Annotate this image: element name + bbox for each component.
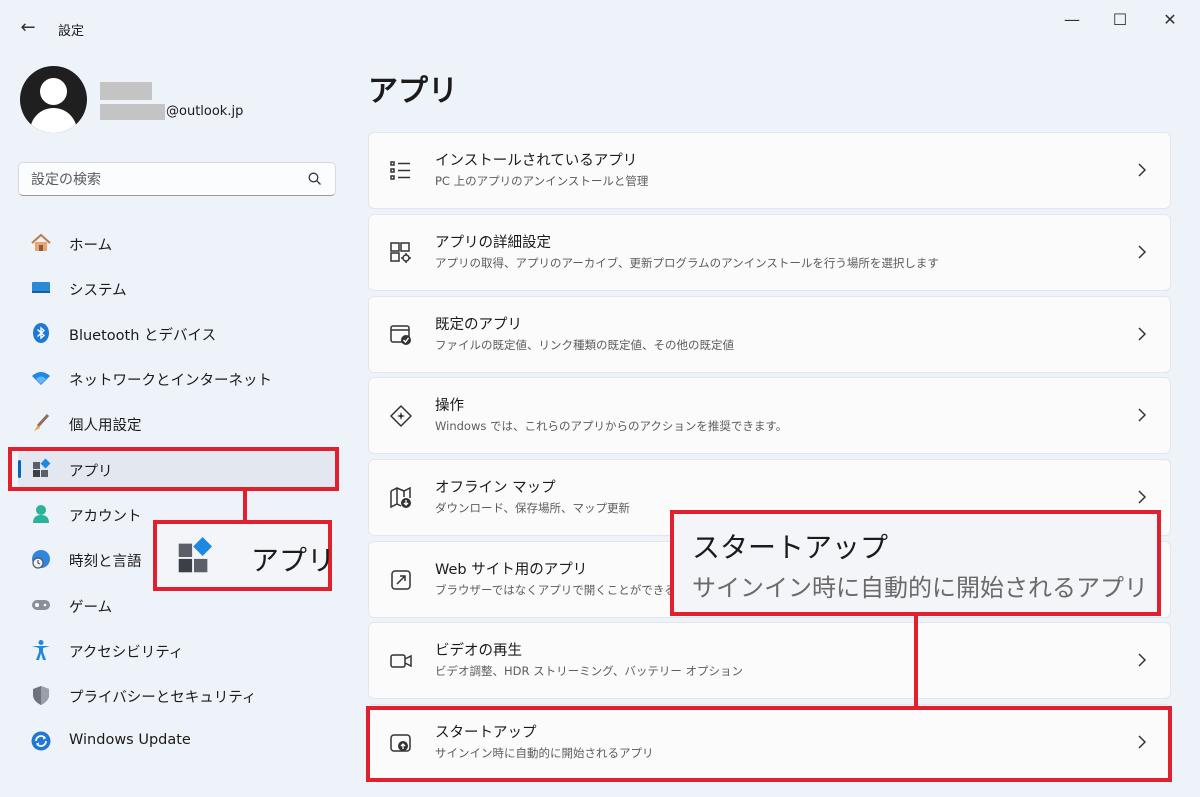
startup-callout-title: スタートアップ [692,531,889,564]
default-apps-icon [390,325,411,345]
sidebar-item-label: アクセシビリティ [69,645,184,661]
page-title: アプリ [368,74,458,109]
home-icon [31,233,51,251]
startup-callout-connector [914,612,918,708]
sidebar-item-label: プライバシーとセキュリティ [69,690,257,706]
title-bar: ← 設定 — ☐ ✕ [0,0,1200,48]
account-email: @outlook.jp [166,104,244,119]
back-button[interactable]: ← [14,14,42,42]
card-subtitle: PC 上のアプリのアンインストールと管理 [435,174,649,188]
sidebar-item-label: ネットワークとインターネット [69,373,272,389]
sidebar-item-label: ゲーム [69,600,113,616]
avatar[interactable] [20,66,87,133]
actions-icon [390,405,412,427]
installed-apps-icon [390,161,410,180]
apps-callout-label: アプリ [251,544,336,577]
sidebar-item-accessibility[interactable]: アクセシビリティ [18,631,336,669]
windows-update-icon [31,731,51,751]
apps-callout-connector [243,491,247,521]
card-installed-apps[interactable]: インストールされているアプリ PC 上のアプリのアンインストールと管理 [368,132,1171,209]
card-title: 既定のアプリ [435,317,522,333]
web-apps-icon [391,570,411,590]
startup-card-highlight [366,706,1172,782]
card-subtitle: ビデオ調整、HDR ストリーミング、バッテリー オプション [435,664,743,678]
card-title: オフライン マップ [435,480,556,496]
redacted-user-name [100,82,152,100]
card-title: インストールされているアプリ [435,153,638,169]
startup-callout: スタートアップ サインイン時に自動的に開始されるアプリ [670,510,1161,616]
card-title: 操作 [435,398,464,414]
video-playback-icon [390,654,412,668]
offline-maps-icon [390,486,411,509]
sidebar-item-home[interactable]: ホーム [18,224,336,262]
gamepad-icon [32,600,50,610]
sidebar-item-label: 時刻と言語 [69,554,142,570]
sidebar-item-label: ホーム [69,238,113,254]
apps-nav-highlight [8,447,339,491]
card-subtitle: ブラウザーではなくアプリで開くことができる we [435,583,675,597]
chevron-right-icon [1138,653,1147,667]
card-title: ビデオの再生 [435,643,522,659]
sidebar-item-system[interactable]: システム [18,269,336,307]
card-video-playback[interactable]: ビデオの再生 ビデオ調整、HDR ストリーミング、バッテリー オプション [368,622,1171,699]
advanced-apps-icon [390,242,411,263]
maximize-button[interactable]: ☐ [1100,8,1140,32]
chevron-right-icon [1138,327,1147,341]
card-title: Web サイト用のアプリ [435,562,588,578]
close-button[interactable]: ✕ [1150,8,1190,32]
search-icon[interactable] [307,171,323,187]
system-icon [32,282,50,293]
card-title: アプリの詳細設定 [435,235,551,251]
sidebar-item-personalization[interactable]: 個人用設定 [18,404,336,442]
card-default-apps[interactable]: 既定のアプリ ファイルの既定値、リンク種類の既定値、その他の既定値 [368,296,1171,373]
chevron-right-icon [1138,490,1147,504]
wifi-icon [32,372,50,385]
sidebar-item-privacy[interactable]: プライバシーとセキュリティ [18,676,336,714]
sidebar-item-label: Bluetooth とデバイス [69,328,217,344]
bluetooth-icon [33,323,49,343]
chevron-right-icon [1138,245,1147,259]
chevron-right-icon [1138,408,1147,422]
account-icon [33,505,49,523]
accessibility-icon [32,640,50,660]
apps-icon [178,537,213,573]
sidebar-item-label: システム [69,283,127,299]
sidebar-item-label: Windows Update [69,732,191,748]
shield-icon [33,686,49,705]
globe-clock-icon [32,550,50,569]
minimize-button[interactable]: — [1052,8,1092,32]
sidebar-item-windows-update[interactable]: Windows Update [18,722,336,760]
card-actions[interactable]: 操作 Windows では、これらのアプリからのアクションを推奨できます。 [368,377,1171,454]
startup-callout-subtitle: サインイン時に自動的に開始されるアプリ [692,574,1148,602]
app-title: 設定 [58,24,85,39]
card-subtitle: Windows では、これらのアプリからのアクションを推奨できます。 [435,419,788,433]
card-advanced-app-settings[interactable]: アプリの詳細設定 アプリの取得、アプリのアーカイブ、更新プログラムのアンインスト… [368,214,1171,291]
sidebar-item-label: 個人用設定 [69,418,142,434]
search-box[interactable] [18,162,336,196]
sidebar-item-network[interactable]: ネットワークとインターネット [18,359,336,397]
card-subtitle: ダウンロード、保存場所、マップ更新 [435,501,631,515]
brush-icon [34,413,50,431]
card-subtitle: アプリの取得、アプリのアーカイブ、更新プログラムのアンインストールを行う場所を選… [435,256,939,270]
sidebar-item-label: アカウント [69,509,142,525]
search-input[interactable] [31,170,301,190]
chevron-right-icon [1138,163,1147,177]
card-subtitle: ファイルの既定値、リンク種類の既定値、その他の既定値 [435,338,734,352]
redacted-email [100,104,165,120]
sidebar-item-gaming[interactable]: ゲーム [18,586,336,624]
apps-callout: アプリ [153,520,336,591]
sidebar-item-bluetooth[interactable]: Bluetooth とデバイス [18,314,336,352]
